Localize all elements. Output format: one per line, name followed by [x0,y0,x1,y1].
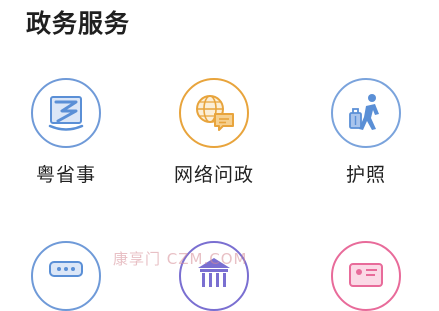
yue-shengshi-icon [31,78,101,148]
service-item-network-politics[interactable]: 网络问政 [144,78,284,187]
section-title: 政务服务 [26,9,131,38]
chat-bubble-icon [31,241,101,311]
service-label-passport: 护照 [345,164,386,186]
service-item-passport[interactable]: 护照 [296,78,436,187]
service-item-yue-shengshi[interactable]: 粤省事 [0,78,136,187]
service-label-network-politics: 网络问政 [173,164,254,186]
watermark-text: 康享门 CZM.COM [113,250,248,268]
service-item-id-card[interactable] [296,241,436,311]
service-label-yue-shengshi: 粤省事 [35,164,96,186]
globe-chat-icon [179,78,249,148]
traveler-luggage-icon [331,78,401,148]
id-card-icon [331,241,401,311]
